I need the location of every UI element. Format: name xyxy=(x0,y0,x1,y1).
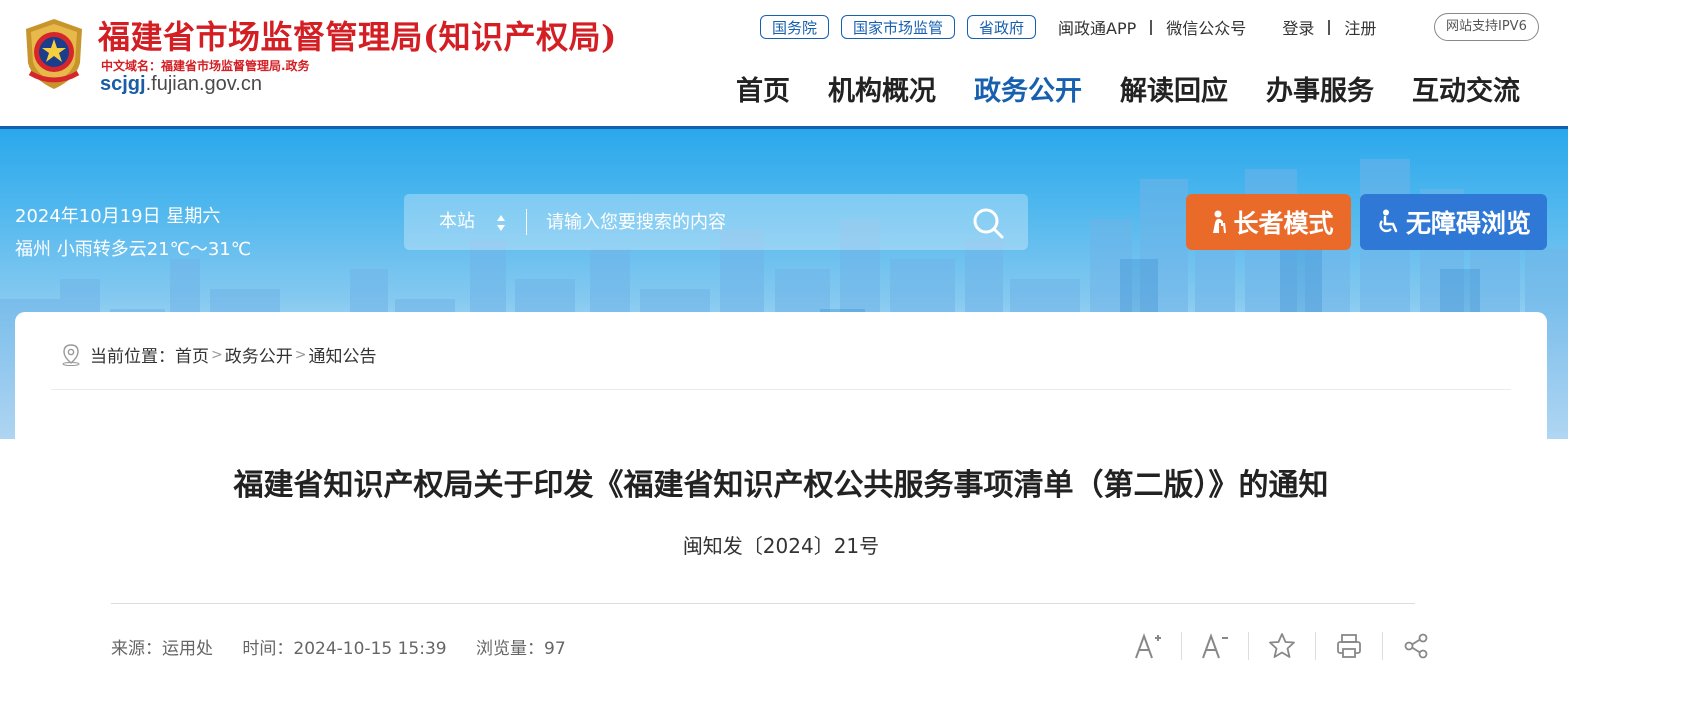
font-increase-button[interactable] xyxy=(1115,630,1181,662)
domain-bold: scjgj xyxy=(100,73,146,95)
font-decrease-button[interactable] xyxy=(1182,630,1248,662)
site-name[interactable]: 福建省市场监督管理局(知识产权局) xyxy=(98,12,617,58)
search-scope-select[interactable]: 本站 xyxy=(439,194,475,250)
breadcrumb-government-affairs[interactable]: 政务公开 xyxy=(225,342,293,367)
search-box: 本站 xyxy=(404,194,1028,250)
meta-divider xyxy=(111,603,1415,604)
accessible-browse-label: 无障碍浏览 xyxy=(1405,209,1531,238)
article-source: 来源：运用处 xyxy=(111,639,213,659)
nav-government-affairs[interactable]: 政务公开 xyxy=(974,74,1082,110)
breadcrumb: 当前位置： 首页 > 政务公开 > 通知公告 xyxy=(61,342,376,367)
search-input[interactable] xyxy=(534,202,978,242)
print-button[interactable] xyxy=(1316,630,1382,662)
article-title: 福建省知识产权局关于印发《福建省知识产权公共服务事项清单（第二版）》的通知 xyxy=(233,468,1329,503)
breadcrumb-notices[interactable]: 通知公告 xyxy=(308,342,376,367)
share-icon xyxy=(1404,633,1428,659)
search-icon[interactable] xyxy=(971,206,1005,240)
breadcrumb-divider xyxy=(51,389,1511,390)
breadcrumb-prefix: 当前位置： xyxy=(90,347,175,367)
divider xyxy=(1328,19,1331,35)
elder-mode-label: 长者模式 xyxy=(1233,209,1334,238)
link-guojia[interactable]: 国家市场监管 xyxy=(841,15,956,39)
nav-services[interactable]: 办事服务 xyxy=(1266,74,1374,110)
favorite-button[interactable] xyxy=(1249,630,1315,662)
article-tools xyxy=(1115,630,1449,662)
login-link[interactable]: 登录 xyxy=(1282,15,1314,39)
article-time: 时间：2024-10-15 15:39 xyxy=(242,639,447,659)
link-app[interactable]: 闽政通APP xyxy=(1058,15,1136,39)
font-decrease-icon xyxy=(1202,633,1228,659)
domain-rest: .fujian.gov.cn xyxy=(145,73,262,95)
font-increase-icon xyxy=(1135,633,1161,659)
link-shengzhengfu[interactable]: 省政府 xyxy=(967,15,1037,39)
weather-text: 福州 小雨转多云21℃～31℃ xyxy=(15,239,251,260)
elder-icon xyxy=(1213,210,1227,234)
wheelchair-icon xyxy=(1379,209,1398,233)
nav-home[interactable]: 首页 xyxy=(736,74,790,110)
accessible-browse-button[interactable]: 无障碍浏览 xyxy=(1360,194,1547,250)
document-number: 闽知发〔2024〕21号 xyxy=(682,534,880,558)
article-views: 浏览量：97 xyxy=(476,639,566,659)
link-wechat[interactable]: 微信公众号 xyxy=(1166,15,1246,39)
main-nav: 首页 机构概况 政务公开 解读回应 办事服务 互动交流 xyxy=(736,74,1520,110)
register-link[interactable]: 注册 xyxy=(1344,15,1376,39)
nav-interpretation[interactable]: 解读回应 xyxy=(1120,74,1228,110)
chinese-domain: 中文域名：福建省市场监督管理局.政务 xyxy=(101,59,310,73)
location-pin-icon xyxy=(62,343,80,366)
search-divider xyxy=(526,209,527,235)
nav-interaction[interactable]: 互动交流 xyxy=(1412,74,1520,110)
nav-institution[interactable]: 机构概况 xyxy=(828,74,936,110)
share-button[interactable] xyxy=(1383,630,1449,662)
national-emblem-icon xyxy=(26,19,82,89)
ipv6-badge: 网站支持IPV6 xyxy=(1434,13,1539,41)
print-icon xyxy=(1337,634,1361,658)
article-meta: 来源：运用处 时间：2024-10-15 15:39 浏览量：97 xyxy=(111,634,590,659)
elder-mode-button[interactable]: 长者模式 xyxy=(1186,194,1351,250)
content-card: 当前位置： 首页 > 政务公开 > 通知公告 福建省知识产权局关于印发《福建省知… xyxy=(15,312,1547,692)
date-weather: 2024年10月19日 星期六 福州 小雨转多云21℃～31℃ xyxy=(15,200,251,266)
english-domain: scjgj.fujian.gov.cn xyxy=(100,73,262,96)
top-links: 国务院 国家市场监管 省政府 闽政通APP 微信公众号 登录 注册 xyxy=(760,14,1376,40)
sort-arrows-icon[interactable] xyxy=(496,214,506,232)
breadcrumb-separator: > xyxy=(294,346,307,363)
link-guowuyuan[interactable]: 国务院 xyxy=(760,15,830,39)
breadcrumb-home[interactable]: 首页 xyxy=(175,342,209,367)
star-icon xyxy=(1269,633,1295,658)
site-header: 福建省市场监督管理局(知识产权局) 中文域名：福建省市场监督管理局.政务 scj… xyxy=(0,0,1568,128)
divider xyxy=(1150,19,1153,35)
date-text: 2024年10月19日 星期六 xyxy=(15,206,221,227)
breadcrumb-separator: > xyxy=(211,346,223,363)
